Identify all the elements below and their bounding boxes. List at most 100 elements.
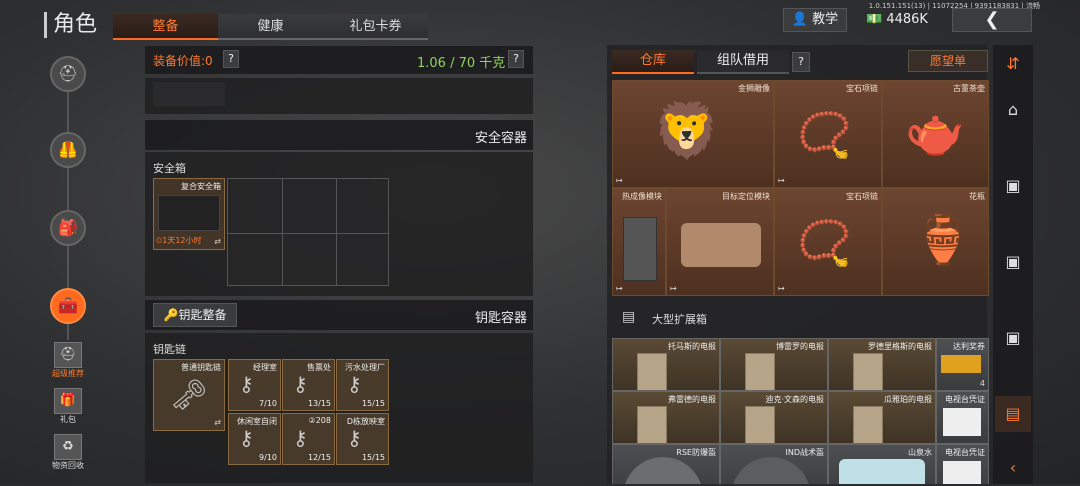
- key-sort-button[interactable]: 🔑钥匙整备: [153, 303, 237, 327]
- item-slot[interactable]: RSE防爆盔: [612, 444, 720, 484]
- key-icon: ⚷: [293, 426, 308, 450]
- key-icon: ⚷: [347, 372, 362, 396]
- warehouse-help-button[interactable]: ?: [792, 52, 810, 72]
- safe-box-icon: [158, 195, 220, 231]
- timer-label: ⏲1天12小时: [156, 236, 202, 245]
- box-icon[interactable]: ▣: [995, 320, 1031, 356]
- case-icon[interactable]: 🧰: [50, 288, 86, 324]
- item-slot[interactable]: 山泉水: [828, 444, 936, 484]
- box-icon[interactable]: ▣: [995, 244, 1031, 280]
- lottery-ticket-icon: [941, 355, 981, 373]
- extract-icon: ↦: [778, 176, 785, 185]
- necklace-icon: 📿: [797, 110, 852, 161]
- weight-help-button[interactable]: ?: [508, 50, 524, 68]
- extract-icon: ↦: [670, 284, 677, 293]
- item-slot[interactable]: IND战术盔: [720, 444, 828, 484]
- item-slot[interactable]: 罗德里格斯的电报: [828, 338, 936, 391]
- necklace-icon: 📿: [797, 218, 852, 269]
- sort-icon[interactable]: ⇵: [995, 46, 1031, 82]
- equip-value-label: 装备价值:0: [153, 54, 213, 68]
- backpack-icon[interactable]: 🎒: [50, 210, 86, 246]
- key-slot[interactable]: 经理室 ⚷ 7/10: [228, 359, 281, 411]
- extract-icon: ↦: [616, 284, 623, 293]
- key-icon: ⚷: [239, 372, 254, 396]
- swap-icon: ⇄: [214, 418, 221, 427]
- telegram-icon: [745, 353, 775, 390]
- currency-display: 💵 4486K: [866, 12, 928, 27]
- item-slot[interactable]: 达利奖券 4: [936, 338, 989, 391]
- safe-item-slot[interactable]: 复合安全箱 ⏲1天12小时 ⇄: [153, 178, 225, 250]
- lion-statue-icon: 🦁: [653, 99, 721, 162]
- item-slot[interactable]: 电视台凭证: [936, 444, 989, 484]
- extract-icon: ↦: [778, 284, 785, 293]
- item-slot[interactable]: 博雷罗的电报: [720, 338, 828, 391]
- key-slot[interactable]: ②208 ⚷ 12/15: [282, 413, 335, 465]
- top-tabs: 整备 健康 礼包卡券: [113, 14, 428, 40]
- preview-bar: [145, 78, 533, 114]
- teapot-icon: 🫖: [905, 104, 965, 160]
- collapse-icon[interactable]: ‹: [995, 450, 1031, 486]
- item-slot[interactable]: 古董茶壶 🫖: [882, 80, 989, 188]
- water-bottle-icon: [839, 459, 925, 484]
- telegram-icon: [853, 406, 883, 443]
- item-slot[interactable]: 电视台凭证: [936, 391, 989, 444]
- telegram-icon: [637, 406, 667, 443]
- key-chain-panel: 钥匙链 普通钥匙链 🗝 ⇄ 经理室 ⚷ 7/10 售票处 ⚷ 13/15 污水处理厂 ⚷ 1…: [145, 333, 533, 483]
- back-arrow-icon: ❮: [984, 9, 1000, 30]
- key-icon: ⚷: [347, 426, 362, 450]
- key-slot[interactable]: 休闲室自闭 ⚷ 9/10: [228, 413, 281, 465]
- target-module-icon: [681, 223, 761, 267]
- expansion-bar: ▤ 大型扩展箱: [622, 309, 707, 326]
- item-slot[interactable]: 弗雷德的电报: [612, 391, 720, 444]
- money-icon: 💵: [866, 12, 883, 27]
- tab-team-borrow[interactable]: 组队借用: [697, 50, 789, 74]
- helmet-icon: [623, 457, 703, 484]
- key-icon: ⚷: [293, 372, 308, 396]
- thermal-module-icon: [623, 217, 657, 281]
- tab-gift[interactable]: 礼包卡券: [323, 14, 428, 40]
- key-slot[interactable]: 售票处 ⚷ 13/15: [282, 359, 335, 411]
- vest-icon[interactable]: 🦺: [50, 132, 86, 168]
- recycle-button[interactable]: ♻ 物资回收: [50, 434, 86, 471]
- telegram-icon: [853, 353, 883, 390]
- tab-warehouse[interactable]: 仓库: [612, 50, 694, 74]
- person-icon: 👤: [791, 12, 809, 27]
- box-icon[interactable]: ▣: [995, 168, 1031, 204]
- key-slot[interactable]: 污水处理厂 ⚷ 15/15: [336, 359, 389, 411]
- item-slot[interactable]: 花瓶 🏺: [882, 188, 989, 296]
- tab-equip[interactable]: 整备: [113, 14, 218, 40]
- key-slot[interactable]: D栋放映室 ⚷ 15/15: [336, 413, 389, 465]
- back-button[interactable]: ❮: [952, 8, 1032, 32]
- expansion-grid: 托马斯的电报 博雷罗的电报 罗德里格斯的电报 达利奖券 4 弗雷德的电报 迪克·文…: [612, 338, 989, 484]
- swap-icon: ⇄: [214, 237, 221, 246]
- key-container-header: 🔑钥匙整备 钥匙容器: [145, 300, 533, 330]
- telegram-icon: [637, 353, 667, 390]
- wishlist-button[interactable]: 愿望单: [908, 50, 988, 72]
- item-slot[interactable]: 托马斯的电报: [612, 338, 720, 391]
- helmet-small-icon: ⛑: [54, 342, 82, 368]
- helmet-icon[interactable]: ⛑: [50, 56, 86, 92]
- case-icon[interactable]: ▤: [995, 396, 1031, 432]
- item-slot[interactable]: 目标定位模块 ↦: [666, 188, 774, 296]
- item-slot[interactable]: 宝石项链 📿 ↦: [774, 80, 882, 188]
- item-slot[interactable]: 瓜雅珀的电报: [828, 391, 936, 444]
- item-slot[interactable]: 热成像模块 ↦: [612, 188, 666, 296]
- key-chain-slot[interactable]: 普通钥匙链 🗝 ⇄: [153, 359, 225, 431]
- equip-help-button[interactable]: ?: [223, 50, 239, 68]
- super-recommend-button[interactable]: ⛑ 超级推荐: [50, 342, 86, 379]
- item-slot[interactable]: 宝石项链 📿 ↦: [774, 188, 882, 296]
- vase-icon: 🏺: [913, 212, 973, 268]
- tab-health[interactable]: 健康: [218, 14, 323, 40]
- telegram-icon: [745, 406, 775, 443]
- home-icon[interactable]: ⌂: [995, 92, 1031, 128]
- tutorial-button[interactable]: 👤 教学: [783, 8, 847, 32]
- recycle-icon: ♻: [54, 434, 82, 460]
- helmet-icon: [731, 457, 811, 484]
- safe-grid[interactable]: [227, 178, 389, 286]
- weight-value: 1.06 / 70 千克: [417, 56, 506, 71]
- item-slot[interactable]: 迪克·文森的电报: [720, 391, 828, 444]
- item-slot[interactable]: 金狮雕像 🦁 ↦: [612, 80, 774, 188]
- gift-button[interactable]: 🎁 礼包: [50, 388, 86, 425]
- tv-voucher-icon: [943, 408, 981, 436]
- key-icon: 🔑: [163, 308, 179, 322]
